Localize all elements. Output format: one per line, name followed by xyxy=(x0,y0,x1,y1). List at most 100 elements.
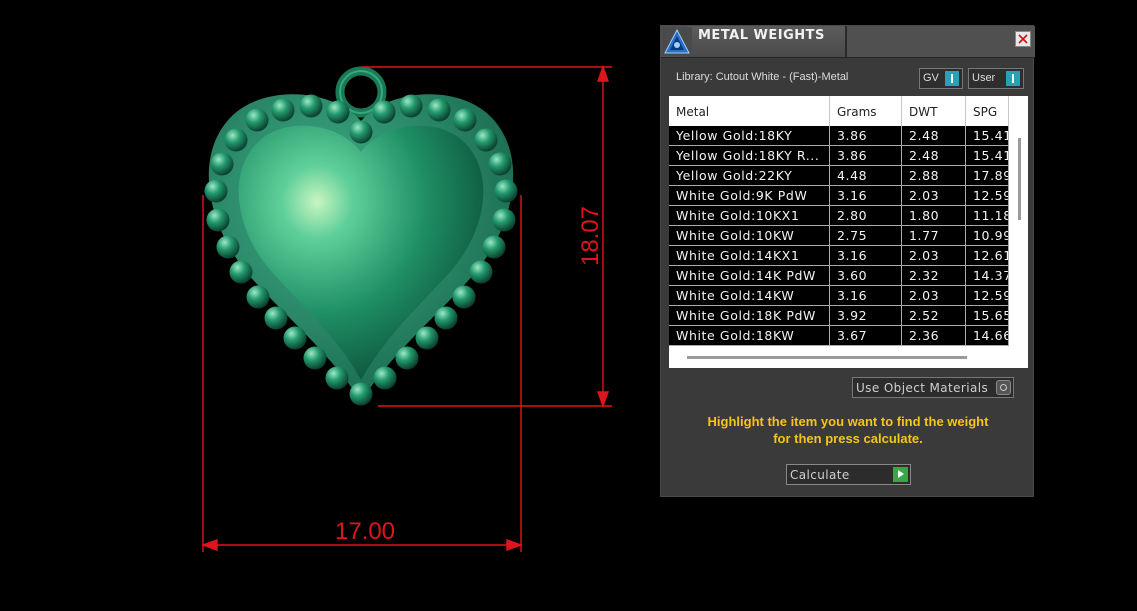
cell-dwt: 2.32 xyxy=(902,266,966,285)
cell-dwt: 2.03 xyxy=(902,186,966,205)
calculate-button-label: Calculate xyxy=(790,468,850,482)
3d-viewport[interactable]: 17.00 18.07 xyxy=(0,0,640,611)
bead xyxy=(399,94,423,118)
vertical-scrollbar[interactable] xyxy=(1011,126,1028,368)
metal-table[interactable]: Metal Grams DWT SPG Yellow Gold:18KY 3.86… xyxy=(669,96,1028,368)
bead xyxy=(373,366,397,390)
cell-metal: Yellow Gold:22KY xyxy=(669,166,830,185)
table-row[interactable]: Yellow Gold:18KY R... 3.86 2.48 15.41 xyxy=(669,146,1009,166)
app-logo-icon xyxy=(662,27,692,56)
cell-metal: White Gold:10KX1 xyxy=(669,206,830,225)
table-row[interactable]: White Gold:10KX1 2.80 1.80 11.18 xyxy=(669,206,1009,226)
bead xyxy=(482,235,506,259)
cell-dwt: 2.48 xyxy=(902,146,966,165)
cell-spg: 12.61 xyxy=(966,246,1009,265)
cell-spg: 15.41 xyxy=(966,126,1009,145)
width-dimension-label: 17.00 xyxy=(335,518,395,545)
column-header-dwt[interactable]: DWT xyxy=(902,96,966,126)
bead xyxy=(427,98,451,122)
bead xyxy=(299,94,323,118)
cell-spg: 15.65 xyxy=(966,306,1009,325)
material-dropdown-label: Use Object Materials xyxy=(856,381,989,395)
cell-metal: Yellow Gold:18KY xyxy=(669,126,830,145)
bead xyxy=(415,326,439,350)
cell-dwt: 2.36 xyxy=(902,326,966,345)
user-toggle[interactable]: User xyxy=(968,68,1024,89)
horizontal-scroll-thumb[interactable] xyxy=(687,356,967,359)
bead xyxy=(264,306,288,330)
toggle-indicator-icon xyxy=(1006,71,1020,86)
cell-metal: White Gold:10KW xyxy=(669,226,830,245)
table-header: Metal Grams DWT SPG xyxy=(669,96,1009,126)
cell-dwt: 1.80 xyxy=(902,206,966,225)
metal-weights-panel: METAL WEIGHTS Library: Cutout White - (F… xyxy=(660,25,1035,497)
pendant xyxy=(204,66,518,406)
bead xyxy=(492,208,516,232)
heart-body xyxy=(238,125,484,380)
cell-grams: 3.16 xyxy=(830,246,902,265)
cell-dwt: 2.88 xyxy=(902,166,966,185)
play-arrow-icon xyxy=(893,467,908,482)
gv-toggle[interactable]: GV xyxy=(919,68,963,89)
bead xyxy=(245,108,269,132)
bead xyxy=(206,208,230,232)
material-dropdown[interactable]: Use Object Materials xyxy=(852,377,1014,398)
column-header-spg[interactable]: SPG xyxy=(966,96,1009,126)
cell-spg: 10.99 xyxy=(966,226,1009,245)
column-header-metal[interactable]: Metal xyxy=(669,96,830,126)
vertical-scroll-thumb[interactable] xyxy=(1018,138,1021,220)
cell-spg: 14.37 xyxy=(966,266,1009,285)
gv-toggle-label: GV xyxy=(923,72,939,84)
panel-titlebar[interactable]: METAL WEIGHTS xyxy=(661,26,1035,58)
cell-grams: 2.75 xyxy=(830,226,902,245)
bead xyxy=(452,285,476,309)
instructions-line-1: Highlight the item you want to find the … xyxy=(707,414,989,429)
cell-grams: 3.60 xyxy=(830,266,902,285)
bead xyxy=(349,120,373,144)
close-button[interactable] xyxy=(1015,31,1031,47)
bead xyxy=(204,179,228,203)
table-row[interactable]: White Gold:14KW 3.16 2.03 12.59 xyxy=(669,286,1009,306)
cell-spg: 14.66 xyxy=(966,326,1009,345)
toggle-indicator-icon xyxy=(945,71,959,86)
cell-grams: 3.67 xyxy=(830,326,902,345)
cell-dwt: 2.48 xyxy=(902,126,966,145)
table-row[interactable]: White Gold:14KX1 3.16 2.03 12.61 xyxy=(669,246,1009,266)
bead xyxy=(453,108,477,132)
instructions-line-2: for then press calculate. xyxy=(773,431,923,446)
table-row[interactable]: Yellow Gold:18KY 3.86 2.48 15.41 xyxy=(669,126,1009,146)
cell-grams: 3.92 xyxy=(830,306,902,325)
bead xyxy=(229,260,253,284)
cell-dwt: 2.52 xyxy=(902,306,966,325)
cell-grams: 3.86 xyxy=(830,126,902,145)
table-row[interactable]: White Gold:18KW 3.67 2.36 14.66 xyxy=(669,326,1009,346)
table-row[interactable]: Yellow Gold:22KY 4.48 2.88 17.89 xyxy=(669,166,1009,186)
panel-title: METAL WEIGHTS xyxy=(698,28,825,43)
cell-spg: 12.59 xyxy=(966,186,1009,205)
table-row[interactable]: White Gold:10KW 2.75 1.77 10.99 xyxy=(669,226,1009,246)
column-header-grams[interactable]: Grams xyxy=(830,96,902,126)
table-row[interactable]: White Gold:14K PdW 3.60 2.32 14.37 xyxy=(669,266,1009,286)
table-row[interactable]: White Gold:18K PdW 3.92 2.52 15.65 xyxy=(669,306,1009,326)
cell-spg: 17.89 xyxy=(966,166,1009,185)
bead xyxy=(326,100,350,124)
cell-grams: 3.16 xyxy=(830,286,902,305)
cell-grams: 3.86 xyxy=(830,146,902,165)
horizontal-scrollbar[interactable] xyxy=(669,348,1009,368)
cell-grams: 4.48 xyxy=(830,166,902,185)
table-row[interactable]: White Gold:9K PdW 3.16 2.03 12.59 xyxy=(669,186,1009,206)
bead xyxy=(283,326,307,350)
cell-dwt: 1.77 xyxy=(902,226,966,245)
bead xyxy=(488,152,512,176)
bead xyxy=(434,306,458,330)
calculate-button[interactable]: Calculate xyxy=(786,464,911,485)
bead xyxy=(210,152,234,176)
cell-spg: 12.59 xyxy=(966,286,1009,305)
bead xyxy=(271,98,295,122)
bead xyxy=(494,179,518,203)
cell-metal: White Gold:14K PdW xyxy=(669,266,830,285)
bead xyxy=(474,128,498,152)
cell-metal: White Gold:14KW xyxy=(669,286,830,305)
height-dimension-label: 18.07 xyxy=(577,206,604,266)
bead xyxy=(325,366,349,390)
